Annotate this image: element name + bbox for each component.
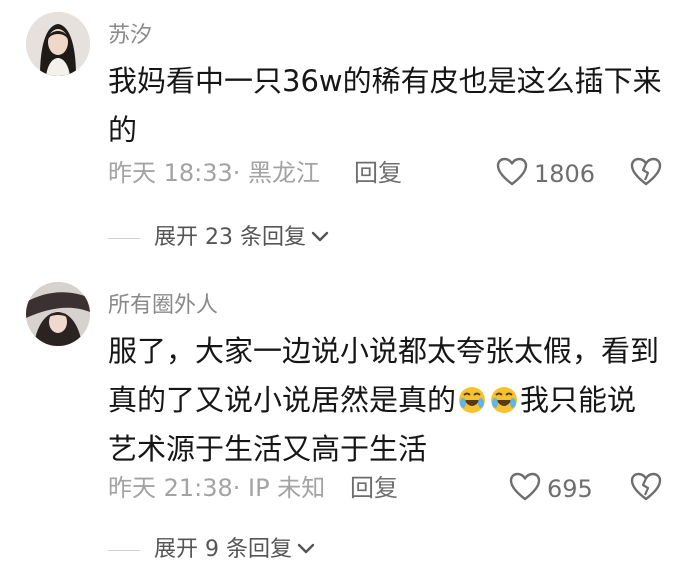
- like-count: 695: [547, 475, 593, 503]
- broken-heart-icon: [630, 472, 662, 506]
- comment-list: 苏汐 我妈看中一只36w的稀有皮也是这么插下来的 昨天 18:33· 黑龙江 回…: [0, 0, 690, 576]
- comment-meta: 昨天 21:38· IP 未知: [108, 473, 325, 503]
- reply-button[interactable]: 回复: [354, 158, 402, 188]
- divider: [108, 237, 140, 239]
- divider: [108, 549, 140, 551]
- location: · 黑龙江: [232, 159, 321, 187]
- comment-text: 我妈看中一只36w的稀有皮也是这么插下来的: [108, 64, 662, 147]
- like-button[interactable]: 695: [509, 472, 593, 506]
- expand-replies-label: 展开 9 条回复: [154, 537, 292, 562]
- location: · IP 未知: [232, 474, 326, 502]
- expand-replies-button[interactable]: 展开 9 条回复: [108, 536, 316, 564]
- broken-heart-icon: [630, 157, 662, 191]
- expand-replies-button[interactable]: 展开 23 条回复: [108, 224, 330, 252]
- like-count: 1806: [534, 160, 596, 188]
- heart-icon: [509, 472, 541, 506]
- reply-button[interactable]: 回复: [350, 473, 398, 503]
- like-button[interactable]: 1806: [496, 157, 595, 191]
- avatar[interactable]: [26, 282, 90, 346]
- username[interactable]: 所有圈外人: [108, 292, 218, 320]
- timestamp: 昨天 21:38: [108, 474, 233, 502]
- comment-item: 所有圈外人 服了，大家一边说小说都太夸张太假，看到真的了又说小说居然是真的 我只能…: [0, 270, 690, 576]
- username[interactable]: 苏汐: [108, 22, 152, 50]
- rolling-on-floor-laughing-emoji-icon: [457, 381, 487, 413]
- avatar[interactable]: [26, 12, 90, 76]
- rolling-on-floor-laughing-emoji-icon: [489, 381, 519, 413]
- comment-text: 服了，大家一边说小说都太夸张太假，看到真的了又说小说居然是真的 我只能说艺术源于生…: [108, 327, 663, 474]
- comment-item: 苏汐 我妈看中一只36w的稀有皮也是这么插下来的 昨天 18:33· 黑龙江 回…: [0, 0, 690, 270]
- chevron-down-icon: [310, 229, 330, 248]
- chevron-down-icon: [296, 541, 316, 560]
- heart-icon: [496, 157, 528, 191]
- dislike-button[interactable]: [630, 472, 662, 506]
- dislike-button[interactable]: [630, 157, 662, 191]
- timestamp: 昨天 18:33: [108, 159, 233, 187]
- comment-meta: 昨天 18:33· 黑龙江: [108, 158, 320, 188]
- expand-replies-label: 展开 23 条回复: [154, 225, 306, 250]
